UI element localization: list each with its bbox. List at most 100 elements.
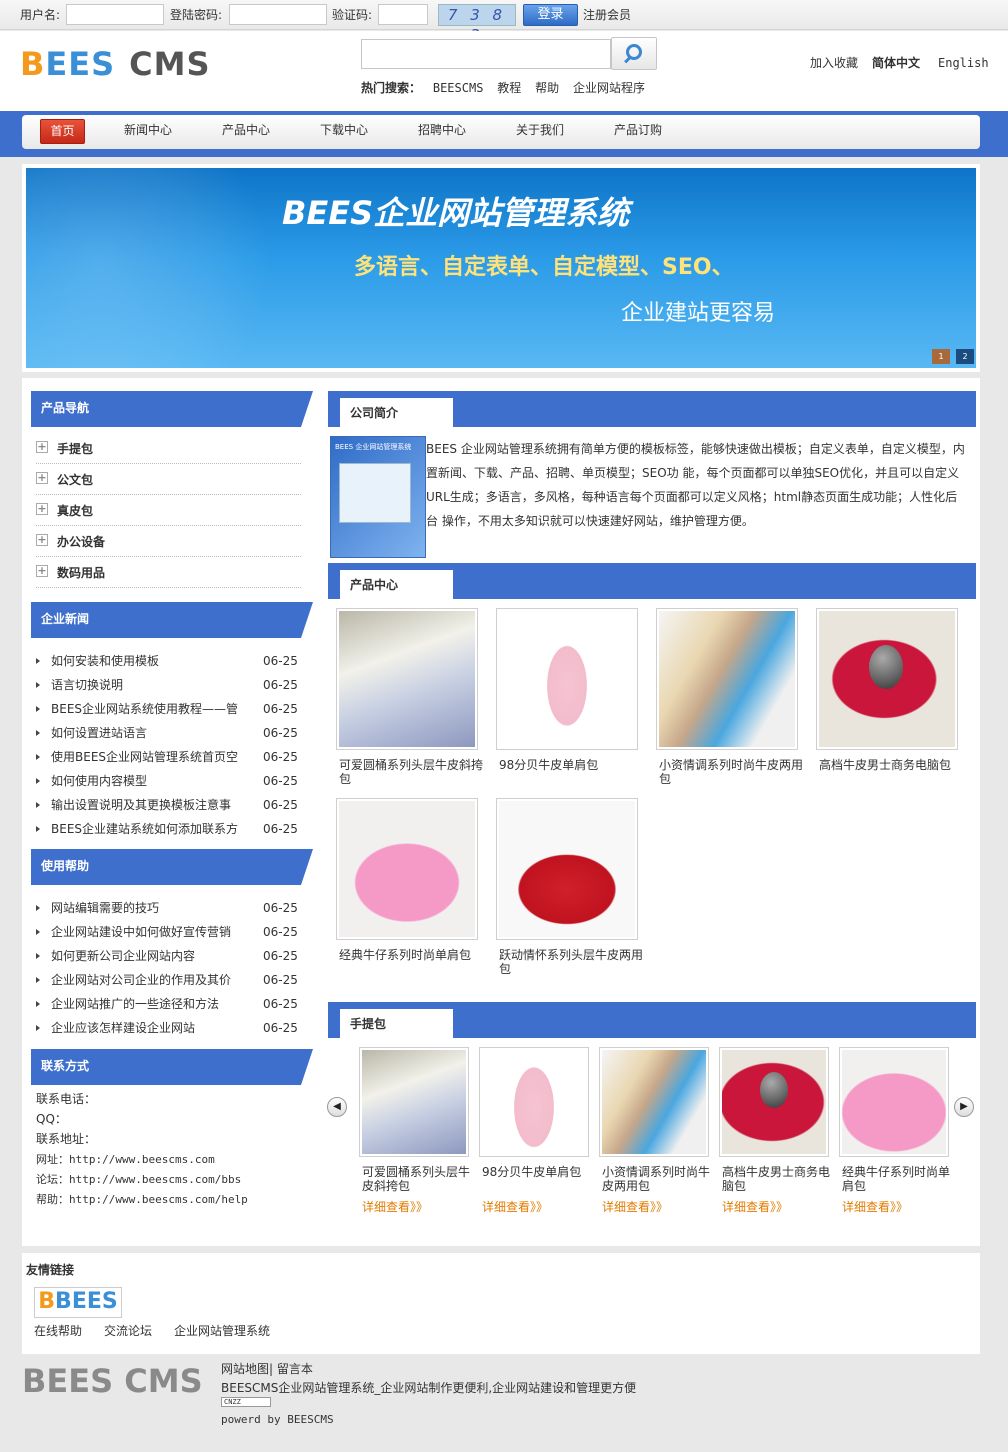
search-button[interactable] [611, 37, 657, 70]
product-image[interactable] [336, 608, 478, 750]
news-item[interactable]: 使用BEES企业网站管理系统首页空 06-25 [36, 745, 301, 769]
category-item[interactable]: + 真皮包 [36, 495, 301, 526]
banner-page-2[interactable]: 2 [956, 349, 974, 364]
handbag-caption[interactable]: 98分贝牛皮单肩包 [482, 1165, 592, 1179]
banner-page-1[interactable]: 1 [932, 349, 950, 364]
details-link[interactable]: 详细查看》》 [722, 1200, 788, 1214]
nav-downloads[interactable]: 下载中心 [320, 123, 368, 137]
news-item[interactable]: BEES企业建站系统如何添加联系方 06-25 [36, 817, 301, 841]
details-link[interactable]: 详细查看》》 [842, 1200, 908, 1214]
scroll-left-icon[interactable]: ◀ [327, 1097, 347, 1117]
news-title[interactable]: 如何使用内容模型 [51, 774, 241, 788]
handbag-caption[interactable]: 小资情调系列时尚牛皮两用包 [602, 1165, 712, 1193]
hot-search-term[interactable]: 企业网站程序 [573, 81, 645, 95]
news-title[interactable]: BEES企业网站系统使用教程——管 [51, 702, 241, 716]
product-caption[interactable]: 跃动情怀系列头层牛皮两用包 [499, 948, 649, 976]
nav-about[interactable]: 关于我们 [516, 123, 564, 137]
product-caption[interactable]: 高档牛皮男士商务电脑包 [819, 758, 969, 772]
nav-news[interactable]: 新闻中心 [124, 123, 172, 137]
handbag-caption[interactable]: 经典牛仔系列时尚单肩包 [842, 1165, 952, 1193]
products-tab[interactable]: 产品中心 [340, 570, 453, 599]
footer-links[interactable]: 网站地图| 留言本 [221, 1362, 313, 1376]
banner[interactable]: BEES企业网站管理系统 多语言、自定表单、自定模型、SEO、 企业建站更容易 … [26, 168, 976, 368]
category-item[interactable]: + 数码用品 [36, 557, 301, 588]
site-logo[interactable]: BEES CMS [20, 45, 211, 83]
friend-link[interactable]: 交流论坛 [104, 1324, 152, 1338]
search-input[interactable] [361, 39, 611, 69]
news-title[interactable]: 语言切换说明 [51, 678, 241, 692]
nav-products[interactable]: 产品中心 [222, 123, 270, 137]
cnzz-badge[interactable]: CNZZ [221, 1397, 271, 1407]
handbags-tab[interactable]: 手提包 [340, 1009, 453, 1038]
friend-link[interactable]: 在线帮助 [34, 1324, 82, 1338]
lang-english-link[interactable]: English [938, 56, 989, 70]
help-item[interactable]: 企业应该怎样建设企业网站 06-25 [36, 1016, 301, 1040]
help-title[interactable]: 企业网站对公司企业的作用及其价 [51, 973, 241, 987]
register-link[interactable]: 注册会员 [583, 8, 631, 22]
news-item[interactable]: 如何设置进站语言 06-25 [36, 721, 301, 745]
handbag-image[interactable] [479, 1047, 589, 1157]
friend-link[interactable]: 企业网站管理系统 [174, 1324, 270, 1338]
news-title[interactable]: BEES企业建站系统如何添加联系方 [51, 822, 241, 836]
bees-logo-link[interactable]: BBEES [34, 1287, 122, 1318]
contact-help[interactable]: 帮助：http://www.beescms.com/help [36, 1193, 248, 1206]
about-tab[interactable]: 公司简介 [340, 398, 453, 427]
hot-search-term[interactable]: 教程 [497, 81, 521, 95]
category-item[interactable]: + 公文包 [36, 464, 301, 495]
handbag-image[interactable] [719, 1047, 829, 1157]
captcha-input[interactable] [378, 4, 428, 25]
product-caption[interactable]: 小资情调系列时尚牛皮两用包 [659, 758, 809, 786]
product-caption[interactable]: 经典牛仔系列时尚单肩包 [339, 948, 489, 962]
details-link[interactable]: 详细查看》》 [602, 1200, 668, 1214]
hot-search-term[interactable]: 帮助 [535, 81, 559, 95]
product-image[interactable] [336, 798, 478, 940]
news-item[interactable]: BEES企业网站系统使用教程——管 06-25 [36, 697, 301, 721]
news-title[interactable]: 如何安装和使用模板 [51, 654, 241, 668]
help-title[interactable]: 企业网站建设中如何做好宣传营销 [51, 925, 241, 939]
help-title[interactable]: 企业网站推广的一些途径和方法 [51, 997, 241, 1011]
news-item[interactable]: 语言切换说明 06-25 [36, 673, 301, 697]
news-item[interactable]: 输出设置说明及其更换模板注意事 06-25 [36, 793, 301, 817]
product-image[interactable] [496, 798, 638, 940]
captcha-image[interactable]: 7 3 8 3 [438, 4, 516, 44]
details-link[interactable]: 详细查看》》 [482, 1200, 548, 1214]
help-item[interactable]: 企业网站推广的一些途径和方法 06-25 [36, 992, 301, 1016]
product-caption[interactable]: 可爱圆桶系列头层牛皮斜挎包 [339, 758, 489, 786]
news-title[interactable]: 使用BEES企业网站管理系统首页空 [51, 750, 241, 764]
category-item[interactable]: + 办公设备 [36, 526, 301, 557]
help-title[interactable]: 企业应该怎样建设企业网站 [51, 1021, 241, 1035]
handbag-image[interactable] [599, 1047, 709, 1157]
news-title[interactable]: 如何设置进站语言 [51, 726, 241, 740]
product-caption[interactable]: 98分贝牛皮单肩包 [499, 758, 649, 772]
news-title[interactable]: 输出设置说明及其更换模板注意事 [51, 798, 241, 812]
help-item[interactable]: 如何更新公司企业网站内容 06-25 [36, 944, 301, 968]
product-image[interactable] [816, 608, 958, 750]
news-item[interactable]: 如何安装和使用模板 06-25 [36, 649, 301, 673]
product-image[interactable] [656, 608, 798, 750]
contact-website[interactable]: 网址：http://www.beescms.com [36, 1153, 215, 1166]
handbag-image[interactable] [359, 1047, 469, 1157]
nav-jobs[interactable]: 招聘中心 [418, 123, 466, 137]
add-favorite-link[interactable]: 加入收藏 [810, 56, 858, 70]
scroll-right-icon[interactable]: ▶ [954, 1097, 974, 1117]
help-item[interactable]: 网站编辑需要的技巧 06-25 [36, 896, 301, 920]
help-title[interactable]: 网站编辑需要的技巧 [51, 901, 241, 915]
handbag-caption[interactable]: 高档牛皮男士商务电脑包 [722, 1165, 832, 1193]
login-button[interactable]: 登录 [523, 4, 578, 26]
category-item[interactable]: + 手提包 [36, 433, 301, 464]
handbag-caption[interactable]: 可爱圆桶系列头层牛皮斜挎包 [362, 1165, 472, 1193]
details-link[interactable]: 详细查看》》 [362, 1200, 428, 1214]
news-item[interactable]: 如何使用内容模型 06-25 [36, 769, 301, 793]
help-item[interactable]: 企业网站建设中如何做好宣传营销 06-25 [36, 920, 301, 944]
handbag-image[interactable] [839, 1047, 949, 1157]
hot-search-term[interactable]: BEESCMS [433, 81, 484, 95]
nav-order[interactable]: 产品订购 [614, 123, 662, 137]
username-input[interactable] [66, 4, 164, 25]
nav-home[interactable]: 首页 [40, 119, 85, 144]
contact-forum[interactable]: 论坛：http://www.beescms.com/bbs [36, 1173, 241, 1186]
help-item[interactable]: 企业网站对公司企业的作用及其价 06-25 [36, 968, 301, 992]
help-title[interactable]: 如何更新公司企业网站内容 [51, 949, 241, 963]
product-image[interactable] [496, 608, 638, 750]
password-input[interactable] [229, 4, 327, 25]
lang-chinese-link[interactable]: 简体中文 [872, 56, 920, 70]
